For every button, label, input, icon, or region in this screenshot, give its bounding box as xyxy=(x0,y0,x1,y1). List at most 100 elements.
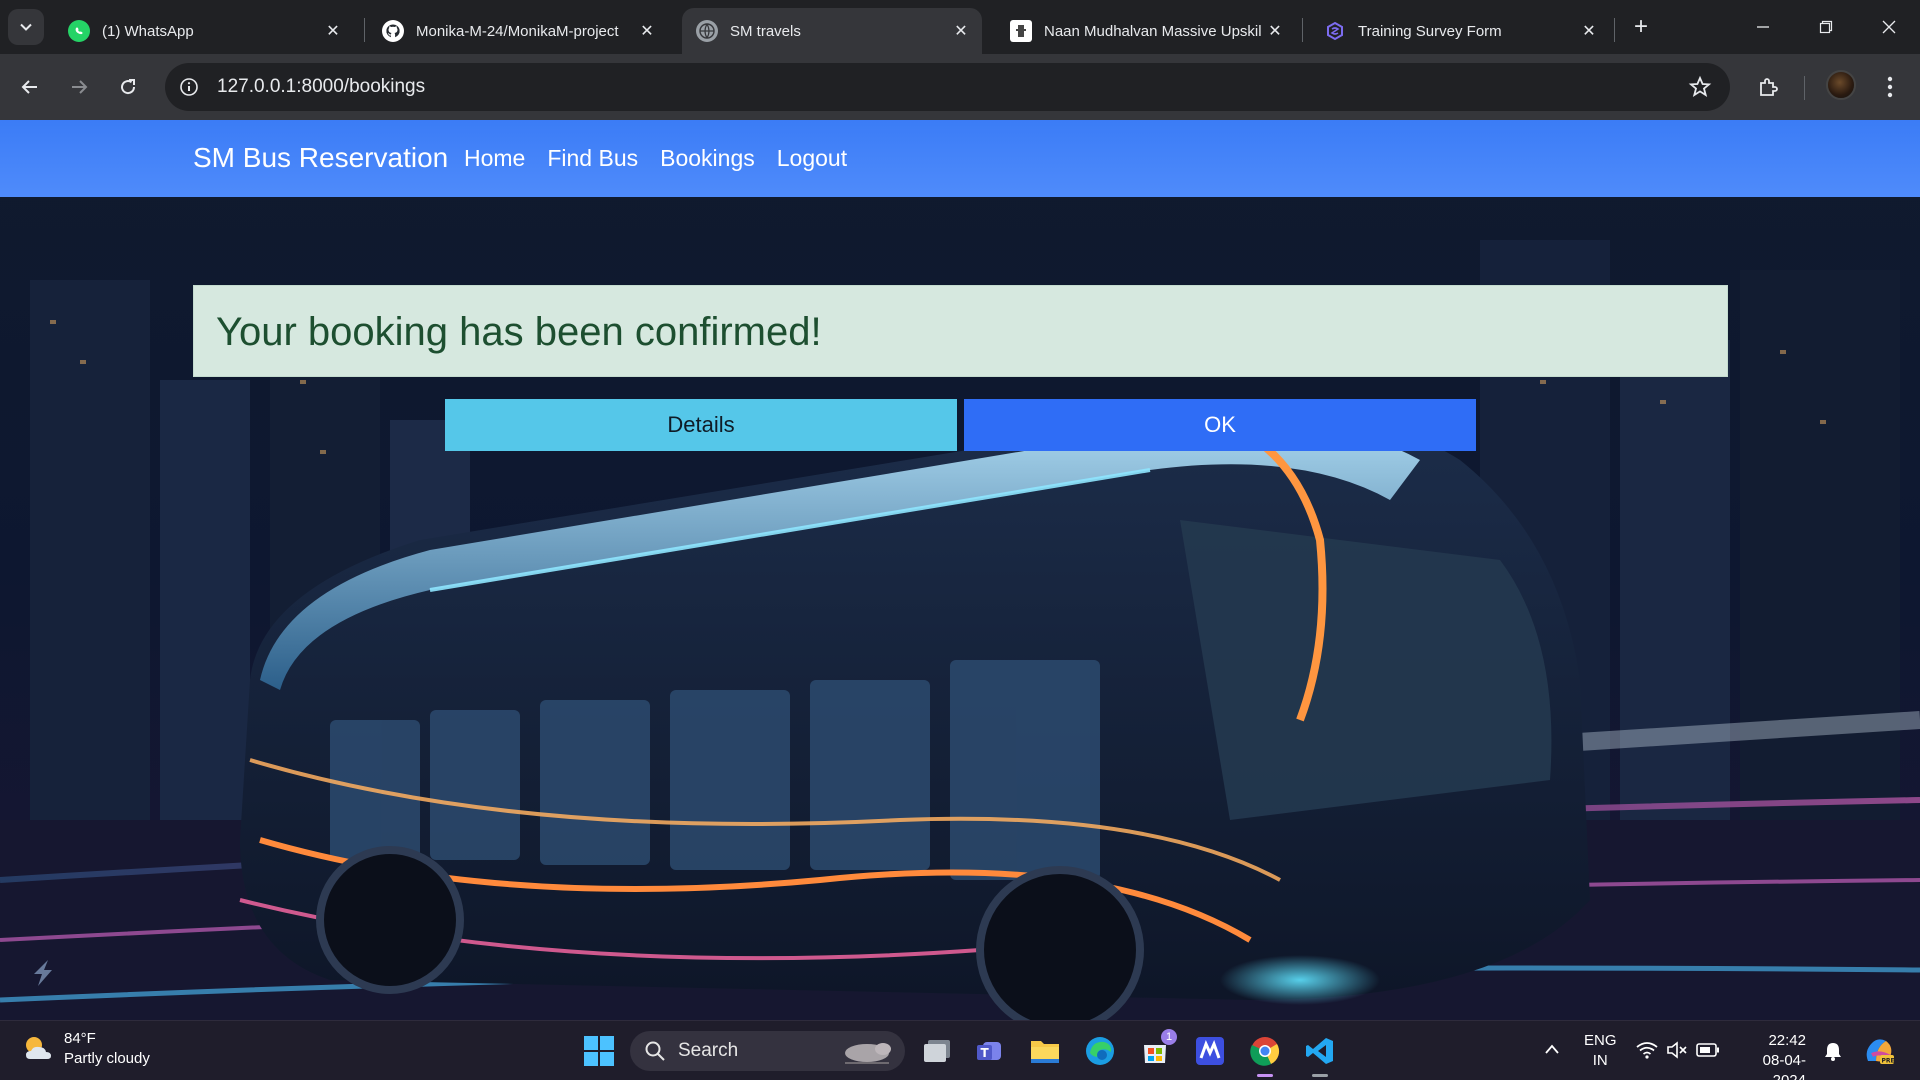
restore-icon xyxy=(1819,20,1833,34)
windows-taskbar: 84°F Partly cloudy Search T 1 ENG IN 22:… xyxy=(0,1020,1920,1080)
page-viewport: SM Bus Reservation Home Find Bus Booking… xyxy=(0,120,1920,1020)
close-icon[interactable]: ✕ xyxy=(950,20,972,42)
chevron-down-icon xyxy=(20,23,32,31)
site-navbar: SM Bus Reservation Home Find Bus Booking… xyxy=(0,120,1920,197)
profile-avatar[interactable] xyxy=(1826,70,1856,100)
weather-temperature: 84°F xyxy=(64,1030,96,1047)
tab-separator xyxy=(364,18,365,42)
ok-button[interactable]: OK xyxy=(964,399,1476,451)
close-icon xyxy=(1882,20,1896,34)
speaker-muted-icon[interactable] xyxy=(1666,1041,1688,1059)
chrome-icon xyxy=(1250,1037,1280,1066)
tab-title: (1) WhatsApp xyxy=(102,22,194,40)
tab-separator xyxy=(1302,18,1303,42)
taskbar-task-view[interactable] xyxy=(919,1033,955,1069)
taskbar-vscode[interactable] xyxy=(1302,1033,1338,1077)
tab-whatsapp[interactable]: (1) WhatsApp ✕ xyxy=(54,8,354,54)
teams-icon: T xyxy=(977,1042,1001,1060)
partly-cloudy-icon xyxy=(26,1037,51,1059)
m-app-icon xyxy=(1196,1037,1224,1065)
site-nav-links: Home Find Bus Bookings Logout xyxy=(464,145,847,172)
site-brand[interactable]: SM Bus Reservation xyxy=(193,142,448,174)
nav-link-find-bus[interactable]: Find Bus xyxy=(547,145,638,172)
toolbar-divider xyxy=(1804,76,1805,100)
vscode-icon xyxy=(1306,1038,1333,1064)
search-label: Search xyxy=(678,1040,739,1061)
windows-start-icon[interactable] xyxy=(583,1035,615,1067)
nav-link-logout[interactable]: Logout xyxy=(777,145,847,172)
more-options-icon[interactable] xyxy=(1876,73,1904,101)
taskbar-store[interactable]: 1 xyxy=(1137,1029,1177,1069)
copilot-icon[interactable]: PRE xyxy=(1862,1035,1896,1067)
bookmark-star-icon[interactable] xyxy=(1688,75,1712,99)
taskbar-file-explorer[interactable] xyxy=(1027,1033,1063,1069)
extensions-icon[interactable] xyxy=(1754,73,1782,101)
minimize-icon xyxy=(1757,26,1769,28)
tab-title: SM travels xyxy=(730,22,801,40)
alert-message: Your booking has been confirmed! xyxy=(216,310,822,354)
browser-toolbar: 127.0.0.1:8000/bookings xyxy=(0,54,1920,120)
folder-icon xyxy=(1031,1041,1059,1063)
region-code: IN xyxy=(1592,1052,1608,1069)
close-icon[interactable]: ✕ xyxy=(636,20,658,42)
back-button[interactable] xyxy=(12,69,48,105)
close-icon[interactable]: ✕ xyxy=(322,20,344,42)
nav-link-home[interactable]: Home xyxy=(464,145,525,172)
weather-widget[interactable]: 84°F Partly cloudy xyxy=(20,1029,150,1069)
app-running-indicator xyxy=(1312,1074,1328,1077)
restore-button[interactable] xyxy=(1801,8,1851,46)
store-notification-badge: 1 xyxy=(1161,1029,1177,1045)
close-window-button[interactable] xyxy=(1864,8,1914,46)
tab-training-survey[interactable]: Training Survey Form ✕ xyxy=(1310,8,1610,54)
active-app-indicator xyxy=(1257,1074,1273,1077)
close-icon[interactable]: ✕ xyxy=(1578,20,1600,42)
reload-button[interactable] xyxy=(110,69,146,105)
survey-icon xyxy=(1324,20,1346,42)
taskbar-teams[interactable]: T xyxy=(972,1033,1008,1069)
tab-search-button[interactable] xyxy=(8,9,44,45)
tab-title: Monika-M-24/MonikaM-project xyxy=(416,22,619,40)
taskbar-chrome[interactable] xyxy=(1247,1033,1283,1077)
reload-icon xyxy=(121,79,136,95)
taskbar-edge[interactable] xyxy=(1082,1033,1118,1069)
site-info-icon[interactable] xyxy=(177,75,201,99)
new-tab-button[interactable]: + xyxy=(1626,12,1656,42)
show-hidden-icons-chevron-up-icon[interactable] xyxy=(1544,1043,1560,1055)
notification-bell-icon[interactable] xyxy=(1824,1041,1842,1061)
github-icon xyxy=(382,20,404,42)
language-indicator[interactable]: ENG IN xyxy=(1584,1031,1617,1071)
minimize-button[interactable] xyxy=(1738,8,1788,46)
bus-background-image xyxy=(0,120,1920,1020)
task-view-icon xyxy=(924,1040,950,1062)
wifi-icon[interactable] xyxy=(1636,1041,1658,1059)
clock-date: 08-04-2024 xyxy=(1762,1052,1806,1080)
details-button[interactable]: Details xyxy=(445,399,957,451)
system-clock[interactable]: 22:42 08-04-2024 xyxy=(1736,1031,1806,1080)
tab-sm-travels[interactable]: SM travels ✕ xyxy=(682,8,982,54)
svg-text:PRE: PRE xyxy=(1882,1058,1895,1065)
forward-button[interactable] xyxy=(61,69,97,105)
whatsapp-icon xyxy=(68,20,90,42)
naan-mudhalvan-icon xyxy=(1010,20,1032,42)
close-icon[interactable]: ✕ xyxy=(1264,20,1286,42)
tab-separator xyxy=(1614,18,1615,42)
tab-naan-mudhalvan[interactable]: Naan Mudhalvan Massive Upskil ✕ xyxy=(996,8,1296,54)
weather-description: Partly cloudy xyxy=(64,1050,150,1067)
nav-link-bookings[interactable]: Bookings xyxy=(660,145,755,172)
taskbar-app-m[interactable] xyxy=(1192,1033,1228,1069)
bolt-logo-icon xyxy=(34,960,52,986)
arrow-right-icon xyxy=(72,80,88,94)
taskbar-search-box[interactable]: Search xyxy=(630,1031,905,1071)
edge-icon xyxy=(1086,1037,1114,1065)
tab-title: Training Survey Form xyxy=(1358,22,1502,40)
url-text[interactable]: 127.0.0.1:8000/bookings xyxy=(217,76,425,98)
booking-confirmation-alert: Your booking has been confirmed! xyxy=(193,285,1728,377)
language-code: ENG xyxy=(1584,1032,1617,1049)
globe-icon xyxy=(696,20,718,42)
search-highlight-image xyxy=(845,1043,891,1064)
battery-icon[interactable] xyxy=(1696,1042,1720,1058)
tab-title: Naan Mudhalvan Massive Upskil xyxy=(1044,22,1262,40)
browser-tab-bar: (1) WhatsApp ✕ Monika-M-24/MonikaM-proje… xyxy=(0,0,1920,54)
address-bar[interactable]: 127.0.0.1:8000/bookings xyxy=(165,63,1730,111)
tab-github[interactable]: Monika-M-24/MonikaM-project ✕ xyxy=(368,8,668,54)
